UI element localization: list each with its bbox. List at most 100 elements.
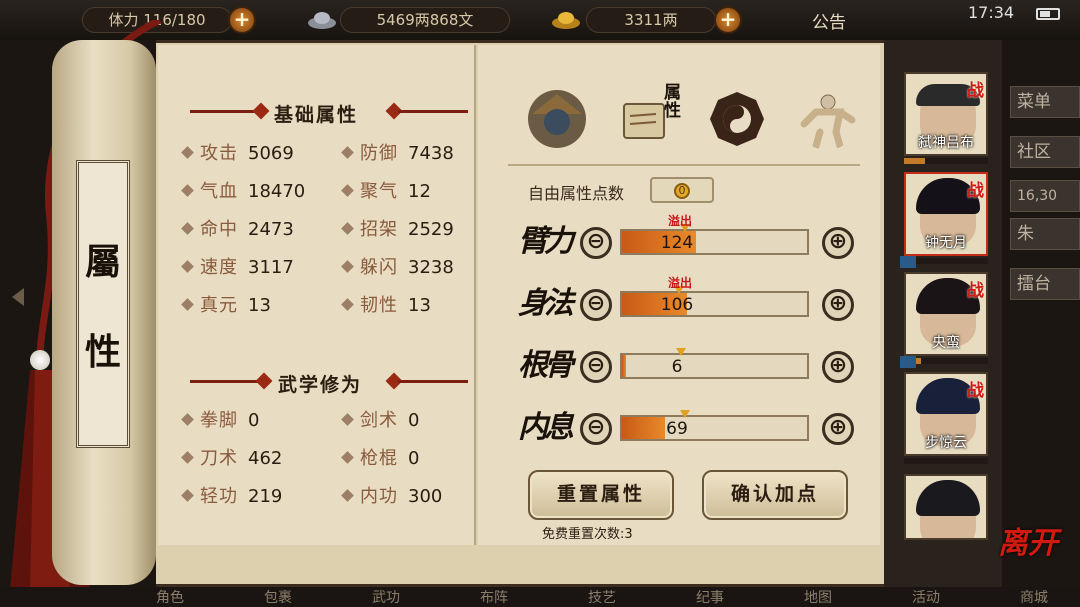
bullet-icon: [341, 260, 354, 273]
battery-icon: [1036, 8, 1060, 20]
stat-value: 13: [408, 295, 431, 316]
attribute-bar: 69: [620, 410, 809, 441]
threshold-marker-icon: [676, 348, 687, 356]
character-card[interactable]: 步惊云 战: [904, 372, 988, 456]
martial-section-title: 武学修为: [278, 374, 363, 396]
bullet-icon: [181, 489, 194, 502]
stat-row: 聚气 12: [341, 177, 431, 203]
battle-tag: 战: [967, 81, 984, 101]
stat-row: 枪棍 0: [341, 444, 419, 470]
basic-section-title: 基础属性: [274, 104, 359, 126]
character-name: 弑神吕布: [918, 135, 974, 151]
bottom-nav-item[interactable]: 布阵: [474, 587, 514, 607]
stat-value: 2529: [408, 219, 454, 240]
bullet-icon: [341, 222, 354, 235]
hero-portrait-icon[interactable]: [526, 88, 588, 150]
bottom-nav-item[interactable]: 角色: [150, 587, 190, 607]
attribute-tab-label[interactable]: 属性: [664, 84, 684, 120]
minus-button[interactable]: ⊖: [580, 227, 612, 259]
silver-ingot-icon: [308, 12, 336, 29]
stat-value: 7438: [408, 143, 454, 164]
bg-arena-tab[interactable]: 擂台: [1010, 268, 1080, 300]
stat-row: 气血 18470: [181, 177, 306, 203]
silver-value: 5469两868文: [376, 11, 474, 29]
stat-value: 0: [248, 410, 260, 431]
experience-bar: [904, 258, 988, 264]
plus-button[interactable]: ⊕: [822, 227, 854, 259]
bullet-icon: [341, 184, 354, 197]
section-line-right: [398, 380, 468, 383]
free-points-value: 0: [674, 183, 690, 199]
free-points-box: 0: [650, 177, 714, 203]
add-gold-button[interactable]: +: [714, 6, 742, 34]
bullet-icon: [341, 298, 354, 311]
stat-label: 枪棍: [360, 448, 398, 469]
plus-button[interactable]: ⊕: [822, 413, 854, 445]
add-stamina-button[interactable]: +: [228, 6, 256, 34]
minus-button[interactable]: ⊖: [580, 351, 612, 383]
bottom-nav-item[interactable]: 纪事: [690, 587, 730, 607]
stat-row: 剑术 0: [341, 406, 419, 432]
bullet-icon: [181, 184, 194, 197]
threshold-marker-icon: [679, 410, 690, 418]
minus-button[interactable]: ⊖: [580, 413, 612, 445]
stat-row: 刀术 462: [181, 444, 283, 470]
battle-tag: 战: [967, 281, 984, 301]
bottom-nav-item[interactable]: 武功: [366, 587, 406, 607]
stat-label: 命中: [200, 219, 238, 240]
experience-bar: [904, 158, 988, 164]
minus-button[interactable]: ⊖: [580, 289, 612, 321]
stat-value: 12: [408, 181, 431, 202]
attribute-value: 124: [660, 233, 694, 253]
gold-ingot-icon: [552, 12, 580, 29]
plus-button[interactable]: ⊕: [822, 351, 854, 383]
bottom-nav-item[interactable]: 活动: [906, 587, 946, 607]
bg-menu-tab[interactable]: 菜单: [1010, 86, 1080, 118]
stat-value: 3117: [248, 257, 294, 278]
character-card[interactable]: 钟无月 战: [904, 172, 988, 256]
bg-community-tab[interactable]: 社区: [1010, 136, 1080, 168]
notice-button[interactable]: 公告: [812, 8, 846, 33]
stat-label: 躲闪: [360, 257, 398, 278]
stat-label: 韧性: [360, 295, 398, 316]
stat-row: 速度 3117: [181, 253, 294, 279]
stat-label: 防御: [360, 143, 398, 164]
silver-display: 5469两868文: [340, 7, 510, 33]
stat-row: 真元 13: [181, 291, 271, 317]
stat-value: 2473: [248, 219, 294, 240]
bg-coords: 16,30: [1010, 180, 1080, 212]
character-card[interactable]: [904, 474, 988, 540]
bottom-nav-item[interactable]: 包裹: [258, 587, 298, 607]
bullet-icon: [341, 146, 354, 159]
attribute-value: 69: [666, 419, 688, 439]
stat-label: 真元: [200, 295, 238, 316]
free-points-label: 自由属性点数: [528, 184, 625, 203]
attribute-value: 6: [671, 357, 683, 377]
experience-bar: [904, 458, 988, 464]
attribute-name: 根骨: [518, 348, 574, 383]
reset-attributes-button[interactable]: 重置属性: [528, 470, 674, 520]
bullet-icon: [181, 413, 194, 426]
bottom-nav-item[interactable]: 地图: [798, 587, 838, 607]
stat-value: 18470: [248, 181, 306, 202]
character-card[interactable]: 弑神吕布 战: [904, 72, 988, 156]
section-line-left: [190, 380, 260, 383]
character-name: 步惊云: [925, 435, 967, 451]
scroll-title-char-2: 性: [84, 331, 121, 373]
bottom-nav-item[interactable]: 技艺: [582, 587, 622, 607]
bagua-icon[interactable]: [706, 88, 768, 150]
character-hair: [916, 480, 980, 516]
meridian-body-icon[interactable]: [796, 88, 858, 150]
stat-label: 拳脚: [200, 410, 238, 431]
bottom-nav-item[interactable]: 商城: [1014, 587, 1054, 607]
cultivation-badge-icon: [900, 356, 916, 368]
stat-value: 5069: [248, 143, 294, 164]
battle-tag: 战: [967, 181, 984, 201]
stat-value: 462: [248, 448, 283, 469]
stat-row: 攻击 5069: [181, 139, 294, 165]
leave-button[interactable]: 离开: [998, 518, 1058, 562]
attribute-bar: 106: [620, 286, 809, 317]
plus-button[interactable]: ⊕: [822, 289, 854, 321]
confirm-points-button[interactable]: 确认加点: [702, 470, 848, 520]
character-card[interactable]: 央蛮 战: [904, 272, 988, 356]
